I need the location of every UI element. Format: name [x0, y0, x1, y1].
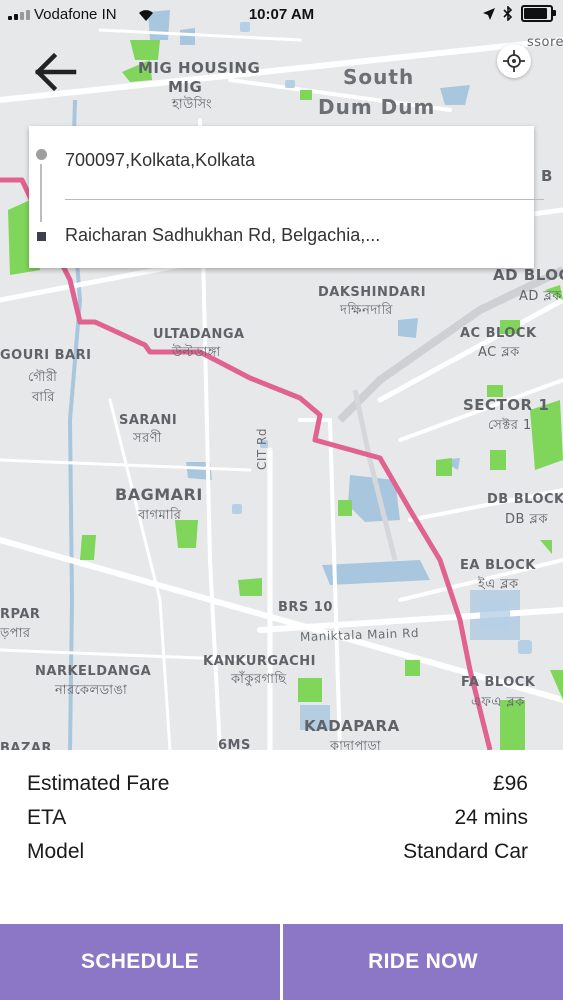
map-view[interactable]: MIG HOUSING MIG হাউসিং South Dum Dum sso… — [0, 0, 563, 750]
map-label: AD BLOCK — [493, 266, 563, 284]
bluetooth-icon — [503, 6, 513, 21]
fare-details-panel: Estimated Fare £96 ETA 24 mins Model Sta… — [0, 750, 563, 924]
fare-row: Estimated Fare £96 — [27, 772, 528, 802]
map-label: বাগমারি — [138, 508, 182, 523]
back-button[interactable] — [30, 46, 82, 98]
map-label: RPAR — [0, 607, 41, 622]
map-label: GOURI BARI — [0, 348, 92, 363]
map-label: MIG HOUSING — [138, 59, 261, 77]
map-label: এফএ ব্লক — [471, 695, 525, 710]
map-label: KANKURGACHI — [203, 654, 316, 669]
clock: 10:07 AM — [248, 6, 315, 23]
map-label: হাউসিং — [172, 97, 213, 112]
map-label: সেক্টর 1 — [488, 418, 532, 433]
location-arrow-icon — [483, 7, 495, 20]
eta-value: 24 mins — [454, 806, 528, 829]
map-label: 6MS — [218, 738, 251, 750]
map-label: Dum Dum — [318, 95, 436, 119]
road-label: CIT Rd — [255, 427, 269, 470]
divider — [65, 199, 544, 200]
map-label: ULTADANGA — [153, 327, 245, 342]
fare-label: Estimated Fare — [27, 772, 170, 795]
map-label: উল্টডাঙ্গা — [172, 345, 221, 360]
map-label: BRS 10 — [278, 600, 333, 615]
model-value: Standard Car — [403, 840, 528, 863]
map-label: EA BLOCK — [460, 558, 536, 573]
map-label: SARANI — [119, 413, 178, 428]
origin-address[interactable]: 700097,Kolkata,Kolkata — [65, 150, 255, 171]
map-label: AC ব্লক — [478, 345, 520, 360]
map-label: সরণী — [133, 431, 162, 446]
map-label: ড়পার — [0, 626, 31, 641]
map-label: AD ব্লক — [519, 289, 562, 304]
map-label: FA BLOCK — [461, 675, 536, 690]
map-label: B — [541, 167, 553, 185]
map-label: ইএ ব্লক — [478, 577, 519, 592]
origin-marker-icon — [36, 149, 47, 160]
eta-label: ETA — [27, 806, 67, 829]
destination-marker-icon — [37, 232, 46, 241]
schedule-button[interactable]: SCHEDULE — [0, 924, 280, 1000]
map-label: AC BLOCK — [460, 326, 537, 341]
crosshair-icon — [503, 50, 525, 72]
map-label: NARKELDANGA — [35, 664, 152, 679]
back-arrow-icon — [34, 52, 77, 92]
action-bar: SCHEDULE RIDE NOW — [0, 924, 563, 1000]
map-label: কাদাপাড়া — [330, 739, 382, 750]
map-label: দক্ষিনদারি — [340, 303, 393, 318]
map-label: DB BLOCK — [487, 492, 563, 507]
trip-address-card: 700097,Kolkata,Kolkata Raicharan Sadhukh… — [29, 126, 544, 268]
current-location-button[interactable] — [497, 44, 531, 78]
battery-icon — [521, 5, 556, 22]
map-label: BAZAR — [0, 741, 52, 750]
route-connector — [40, 164, 42, 222]
map-base — [0, 10, 563, 750]
map-label: ssore — [527, 35, 563, 50]
map-label: নারকেলডাঙা — [55, 683, 128, 698]
map-label: KADAPARA — [304, 717, 400, 735]
model-row: Model Standard Car — [27, 840, 528, 870]
destination-address[interactable]: Raicharan Sadhukhan Rd, Belgachia,... — [65, 225, 380, 246]
ride-now-button[interactable]: RIDE NOW — [283, 924, 563, 1000]
map-label: কাঁকুরগাছি — [231, 672, 287, 687]
map-label: DAKSHINDARI — [318, 285, 427, 300]
eta-row: ETA 24 mins — [27, 806, 528, 836]
map-label: DB ব্লক — [505, 512, 548, 527]
status-bar: Vodafone IN 10:07 AM — [0, 0, 563, 30]
map-label: South — [343, 65, 415, 89]
map-label: BAGMARI — [115, 485, 203, 504]
map-label: বারি — [32, 390, 55, 405]
fare-value: £96 — [492, 772, 528, 795]
map-label: MIG — [168, 78, 203, 96]
map-label: SECTOR 1 — [463, 396, 550, 414]
map-label: গৌরী — [28, 370, 58, 385]
model-label: Model — [27, 840, 85, 863]
